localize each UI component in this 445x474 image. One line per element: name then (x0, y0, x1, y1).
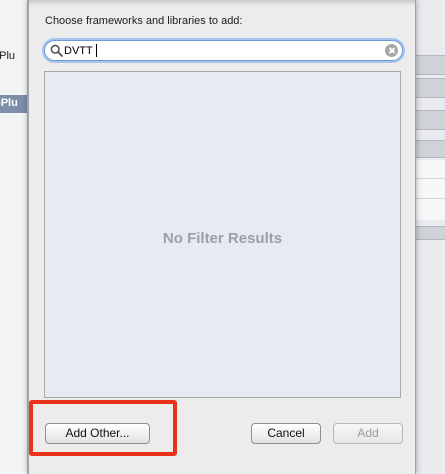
search-field[interactable] (44, 40, 403, 61)
search-input[interactable] (64, 42, 374, 59)
no-results-message: No Filter Results (162, 230, 283, 247)
clear-search-icon[interactable] (385, 44, 398, 57)
search-icon (50, 44, 63, 57)
cancel-button[interactable]: Cancel (251, 423, 321, 444)
background-navigator-selected-label: oPlu (0, 97, 18, 109)
background-navigator-selected-item: oPlu (0, 95, 27, 113)
highlight-annotation-box (29, 400, 177, 456)
sheet-title: Choose frameworks and libraries to add: (45, 15, 243, 27)
sheet-top-shadow (29, 0, 415, 6)
text-cursor (96, 44, 97, 57)
frameworks-list[interactable]: No Filter Results (44, 71, 401, 398)
background-navigator-panel: r oPlu s oPlu (0, 0, 28, 474)
background-navigator-item: oPlu (0, 50, 16, 62)
add-button[interactable]: Add (333, 423, 403, 444)
